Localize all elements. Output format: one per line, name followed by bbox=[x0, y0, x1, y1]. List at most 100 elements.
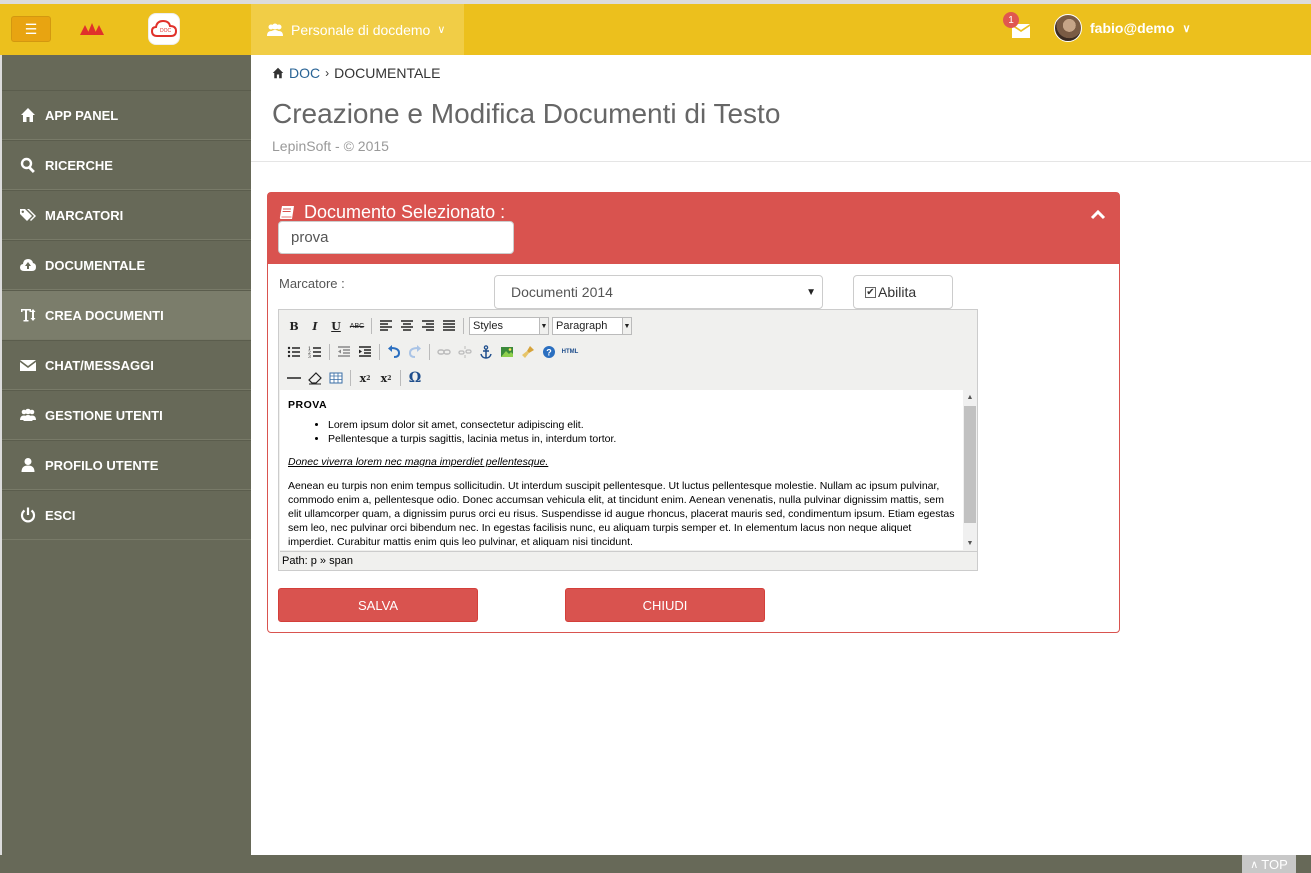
indent-icon[interactable] bbox=[356, 343, 374, 361]
underline-icon[interactable]: U bbox=[327, 317, 345, 335]
user-name: fabio@demo bbox=[1090, 20, 1175, 36]
bold-icon[interactable]: B bbox=[285, 317, 303, 335]
sidebar-item-chat-messaggi[interactable]: CHAT/MESSAGGI bbox=[2, 340, 251, 390]
breadcrumb-separator-icon: › bbox=[325, 66, 330, 80]
doc-cloud-logo-icon[interactable]: DOC bbox=[148, 13, 180, 45]
organization-menu[interactable]: Personale di docdemo ∨ bbox=[251, 4, 464, 55]
align-right-icon[interactable] bbox=[419, 317, 437, 335]
toolbar-separator bbox=[329, 344, 330, 360]
sidebar-item-documentale[interactable]: DOCUMENTALE bbox=[2, 240, 251, 290]
abilita-checkbox[interactable]: ✔ bbox=[865, 286, 876, 298]
sidebar-item-ricerche[interactable]: RICERCHE bbox=[2, 140, 251, 190]
search-icon bbox=[20, 157, 35, 173]
hamburger-icon: ☰ bbox=[24, 20, 38, 37]
envelope-icon bbox=[20, 360, 36, 371]
bullet-list-icon[interactable] bbox=[285, 343, 303, 361]
messages-count-badge: 1 bbox=[1003, 12, 1019, 28]
help-icon[interactable]: ? bbox=[540, 343, 558, 361]
marcatore-select[interactable]: Documenti 2014 ▼ bbox=[494, 275, 823, 309]
link-icon[interactable] bbox=[435, 343, 453, 361]
abilita-checkbox-group[interactable]: ✔ Abilita bbox=[853, 275, 953, 309]
content-paragraph: Aenean eu turpis non enim tempus sollici… bbox=[288, 480, 955, 548]
document-name-input[interactable] bbox=[278, 221, 514, 254]
messages-button[interactable]: 1 bbox=[1003, 12, 1034, 42]
sidebar-item-label: APP PANEL bbox=[45, 107, 119, 123]
superscript-icon[interactable]: x2 bbox=[377, 369, 395, 387]
editor-toolbar-row-2: 123 ? HTML bbox=[285, 341, 579, 363]
unlink-icon[interactable] bbox=[456, 343, 474, 361]
align-center-icon[interactable] bbox=[398, 317, 416, 335]
sidebar-item-esci[interactable]: ESCI bbox=[2, 490, 251, 540]
styles-select-value: Styles bbox=[473, 320, 503, 332]
italic-icon[interactable]: I bbox=[306, 317, 324, 335]
sidebar-item-label: CHAT/MESSAGGI bbox=[45, 357, 154, 373]
breadcrumb-root-link[interactable]: DOC bbox=[289, 65, 320, 81]
panel-title: Documento Selezionato : bbox=[279, 202, 505, 223]
image-icon[interactable] bbox=[498, 343, 516, 361]
toolbar-separator bbox=[463, 318, 464, 334]
close-button[interactable]: CHIUDI bbox=[565, 588, 765, 622]
content-heading: PROVA bbox=[288, 399, 328, 411]
users-icon bbox=[267, 23, 283, 36]
users-icon bbox=[20, 408, 36, 421]
toolbar-separator bbox=[429, 344, 430, 360]
sidebar-item-label: ESCI bbox=[45, 507, 76, 523]
save-button[interactable]: SALVA bbox=[278, 588, 478, 622]
text-height-icon bbox=[21, 309, 36, 322]
toolbar-separator bbox=[379, 344, 380, 360]
sidebar-item-crea-documenti[interactable]: CREA DOCUMENTI bbox=[2, 290, 251, 340]
page-subtitle: LepinSoft - © 2015 bbox=[272, 138, 389, 154]
scroll-up-icon[interactable]: ▲ bbox=[963, 390, 977, 404]
sidebar-item-profilo-utente[interactable]: PROFILO UTENTE bbox=[2, 440, 251, 490]
menu-toggle-button[interactable]: ☰ bbox=[11, 16, 51, 42]
editor-path-bar: Path: p » span bbox=[280, 551, 977, 570]
toolbar-separator bbox=[350, 370, 351, 386]
scroll-thumb[interactable] bbox=[964, 406, 976, 523]
breadcrumb-current: DOCUMENTALE bbox=[334, 65, 441, 81]
editor-content-area[interactable]: PROVA Lorem ipsum dolor sit amet, consec… bbox=[280, 390, 963, 550]
back-to-top-button[interactable]: ∧ TOP bbox=[1242, 855, 1296, 873]
align-left-icon[interactable] bbox=[377, 317, 395, 335]
brand-logo-icon[interactable] bbox=[80, 22, 104, 36]
subscript-icon[interactable]: x2 bbox=[356, 369, 374, 387]
organization-menu-label: Personale di docdemo bbox=[291, 21, 431, 38]
sidebar-item-label: CREA DOCUMENTI bbox=[45, 307, 164, 323]
document-panel-header: Documento Selezionato : bbox=[268, 193, 1119, 264]
cleanup-icon[interactable] bbox=[519, 343, 537, 361]
format-select[interactable]: Paragraph ▼ bbox=[552, 317, 632, 335]
sidebar-item-marcatori[interactable]: MARCATORI bbox=[2, 190, 251, 240]
redo-icon[interactable] bbox=[406, 343, 424, 361]
chevron-up-icon[interactable] bbox=[1088, 205, 1108, 225]
back-to-top-label: TOP bbox=[1261, 856, 1288, 872]
special-char-icon[interactable]: Ω bbox=[406, 369, 424, 387]
sidebar: APP PANEL RICERCHE MARCATORI DOCUMENTALE… bbox=[0, 55, 251, 855]
user-menu[interactable]: fabio@demo ∨ bbox=[1054, 14, 1191, 42]
footer-bar bbox=[0, 855, 1311, 873]
header-divider bbox=[251, 161, 1311, 162]
content-list: Lorem ipsum dolor sit amet, consectetur … bbox=[288, 418, 955, 446]
sidebar-item-gestione-utenti[interactable]: GESTIONE UTENTI bbox=[2, 390, 251, 440]
panel-title-text: Documento Selezionato : bbox=[304, 202, 506, 222]
eraser-icon[interactable] bbox=[306, 369, 324, 387]
undo-icon[interactable] bbox=[385, 343, 403, 361]
toolbar-separator bbox=[400, 370, 401, 386]
numbered-list-icon[interactable]: 123 bbox=[306, 343, 324, 361]
outdent-icon[interactable] bbox=[335, 343, 353, 361]
tags-icon bbox=[20, 209, 36, 221]
editor-scrollbar[interactable]: ▲ ▼ bbox=[963, 390, 977, 550]
scroll-down-icon[interactable]: ▼ bbox=[963, 536, 977, 550]
styles-select[interactable]: Styles ▼ bbox=[469, 317, 549, 335]
html-source-icon[interactable]: HTML bbox=[561, 343, 579, 361]
document-panel: Documento Selezionato : Marcatore : Docu… bbox=[267, 192, 1120, 633]
sidebar-item-label: GESTIONE UTENTI bbox=[45, 407, 163, 423]
caret-down-icon: ▼ bbox=[539, 318, 548, 334]
strikethrough-icon[interactable]: ABC bbox=[348, 317, 366, 335]
avatar bbox=[1054, 14, 1082, 42]
sidebar-item-app-panel[interactable]: APP PANEL bbox=[2, 90, 251, 140]
svg-text:3: 3 bbox=[308, 354, 311, 359]
anchor-icon[interactable] bbox=[477, 343, 495, 361]
caret-down-icon: ▼ bbox=[622, 318, 631, 334]
table-icon[interactable] bbox=[327, 369, 345, 387]
horizontal-rule-icon[interactable] bbox=[285, 369, 303, 387]
align-justify-icon[interactable] bbox=[440, 317, 458, 335]
